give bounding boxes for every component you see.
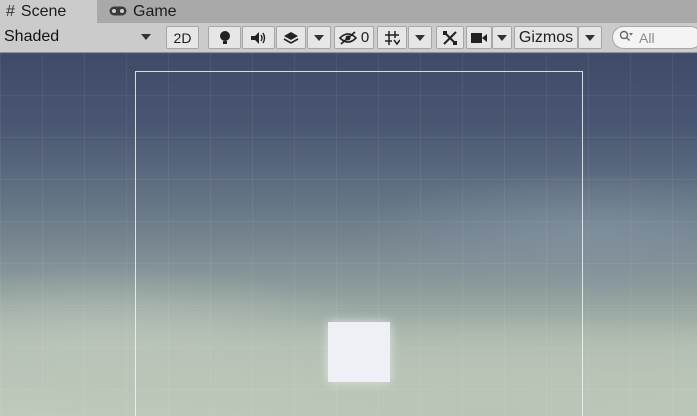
- eye-slash-icon: [338, 30, 357, 45]
- tab-strip: # Scene Game: [0, 0, 697, 24]
- draw-mode-label: Shaded: [4, 28, 60, 45]
- chevron-down-icon: [585, 34, 595, 41]
- audio-toggle-button[interactable]: [242, 26, 275, 49]
- scene-window: # Scene Game Shaded 2D 0 Gizmos All: [0, 0, 697, 416]
- tab-game-label: Game: [133, 2, 177, 20]
- gizmos-button[interactable]: Gizmos: [514, 26, 578, 49]
- search-input[interactable]: All: [612, 26, 697, 49]
- tab-scene-label: Scene: [20, 2, 67, 20]
- chevron-down-icon: [314, 34, 324, 41]
- hidden-count: 0: [360, 29, 370, 46]
- scene-viewport[interactable]: [0, 53, 697, 416]
- camera-button[interactable]: [466, 26, 492, 49]
- draw-mode-dropdown[interactable]: Shaded: [0, 24, 158, 50]
- gamepad-icon: [109, 3, 127, 21]
- tools-icon: [443, 30, 457, 45]
- tab-scene[interactable]: # Scene: [0, 0, 97, 23]
- chevron-down-icon: [415, 34, 425, 41]
- 2d-toggle-label: 2D: [173, 29, 192, 46]
- scene-visibility-button[interactable]: 0: [334, 26, 374, 49]
- chevron-down-icon: [141, 34, 151, 40]
- hash-icon: #: [6, 2, 15, 20]
- camera-icon: [471, 32, 487, 43]
- search-placeholder: All: [639, 29, 655, 46]
- chevron-down-icon: [497, 34, 507, 41]
- grid-dropdown-button[interactable]: [408, 26, 432, 49]
- effects-dropdown-button[interactable]: [307, 26, 331, 49]
- tab-game[interactable]: Game: [107, 0, 197, 23]
- speaker-icon: [250, 31, 265, 44]
- scene-object[interactable]: [328, 322, 390, 382]
- lighting-toggle-button[interactable]: [208, 26, 241, 49]
- 2d-toggle-button[interactable]: 2D: [166, 26, 199, 49]
- effects-toggle-button[interactable]: [276, 26, 306, 49]
- scene-toolbar: Shaded 2D 0 Gizmos All: [0, 23, 697, 53]
- tools-toggle-button[interactable]: [436, 26, 464, 49]
- search-icon: [619, 30, 633, 45]
- grid-snap-icon: [385, 30, 400, 45]
- lightbulb-icon: [219, 30, 230, 44]
- gizmos-dropdown-button[interactable]: [578, 26, 602, 49]
- camera-dropdown-button[interactable]: [492, 26, 512, 49]
- layers-icon: [283, 31, 299, 44]
- gizmos-label: Gizmos: [518, 28, 574, 46]
- grid-toggle-button[interactable]: [377, 26, 407, 49]
